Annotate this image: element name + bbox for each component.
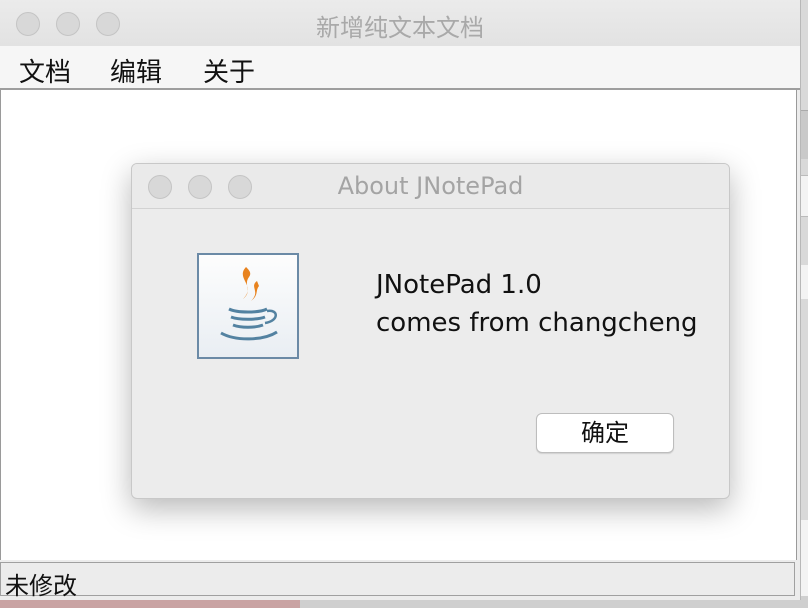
java-logo-icon [197, 253, 299, 359]
background-window-edge [800, 0, 808, 608]
status-bar: 未修改 [0, 562, 795, 600]
about-dialog: About JNotePad JNotePad 1.0 comes from c… [131, 163, 730, 499]
background-panel [800, 175, 808, 217]
window-titlebar[interactable]: 新增纯文本文档 [0, 0, 800, 47]
about-author-text: comes from changcheng [376, 308, 698, 338]
background-panel [800, 110, 808, 159]
status-text: 未修改 [5, 572, 77, 600]
dialog-title: About JNotePad [337, 172, 524, 200]
background-panel [800, 265, 808, 299]
background-panel [800, 520, 808, 608]
menu-about[interactable]: 关于 [203, 52, 255, 89]
menubar: 文档 编辑 关于 [0, 46, 800, 90]
about-version-text: JNotePad 1.0 [376, 270, 542, 300]
menu-document[interactable]: 文档 [19, 52, 71, 89]
menu-edit[interactable]: 编辑 [110, 52, 162, 89]
window-title: 新增纯文本文档 [316, 14, 484, 42]
dialog-titlebar[interactable]: About JNotePad [132, 164, 729, 209]
ok-button[interactable]: 确定 [536, 413, 674, 453]
